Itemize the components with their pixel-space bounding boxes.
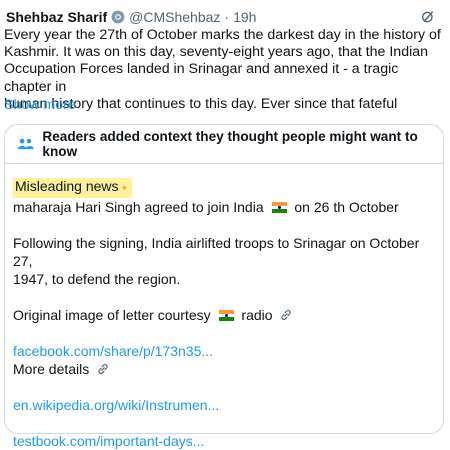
tweet-text-line: Kashmir. It was on this day, seventy-eig… [4,44,429,61]
india-flag-emoji [218,310,234,321]
misleading-tag-label: Misleading news [15,178,119,194]
note-line: 1947, to defend the region. [13,271,181,287]
india-flag-emoji [271,202,287,213]
tweet-header: Shehbaz Sharif @CMShehbaz · 19h [6,6,444,28]
community-note-card: Readers added context they thought peopl… [4,124,444,449]
sparkle-icon: ✦ [120,183,129,193]
show-more-link[interactable]: Show more [4,97,76,113]
tweet-text-line: Every year the 27th of October marks the… [4,27,441,43]
note-text: maharaja Hari Singh agreed to join India [13,199,264,215]
community-note-header[interactable]: Readers added context they thought peopl… [5,125,443,164]
source-link-testbook[interactable]: testbook.com/important-days... [13,432,437,450]
tweet-text-line: Occupation Forces landed in Srinagar and… [4,61,399,95]
people-icon [17,138,34,150]
note-line: Original image of letter courtesy radio [13,306,437,324]
more-details-label: More details [13,361,90,377]
link-icon [281,310,292,320]
note-line: maharaja Hari Singh agreed to join India… [13,198,437,216]
link-icon [98,364,108,374]
note-line: Following the signing, India airlifted t… [13,235,420,269]
source-link-facebook[interactable]: facebook.com/share/p/173n35... [13,342,437,360]
note-text: radio [241,307,273,323]
note-text: on 26 th October [294,199,399,215]
timestamp[interactable]: 19h [233,9,256,25]
author-name[interactable]: Shehbaz Sharif [6,9,107,25]
misleading-tag: Misleading news ✦ [13,178,133,198]
community-note-title: Readers added context they thought peopl… [42,129,418,159]
grok-icon[interactable] [420,9,436,25]
note-text: Original image of letter courtesy [13,307,211,323]
author-handle[interactable]: @CMShehbaz [129,9,220,25]
note-tag-line: Misleading news ✦ [13,177,437,198]
verified-badge-icon [111,10,125,24]
note-line: More details [13,360,437,378]
separator-dot: · [224,9,230,25]
tweet: Shehbaz Sharif @CMShehbaz · 19h Every ye… [0,0,450,449]
community-note-body: Misleading news ✦ maharaja Hari Singh agr… [13,177,437,450]
source-link-wikipedia[interactable]: en.wikipedia.org/wiki/Instrumen... [13,396,437,414]
